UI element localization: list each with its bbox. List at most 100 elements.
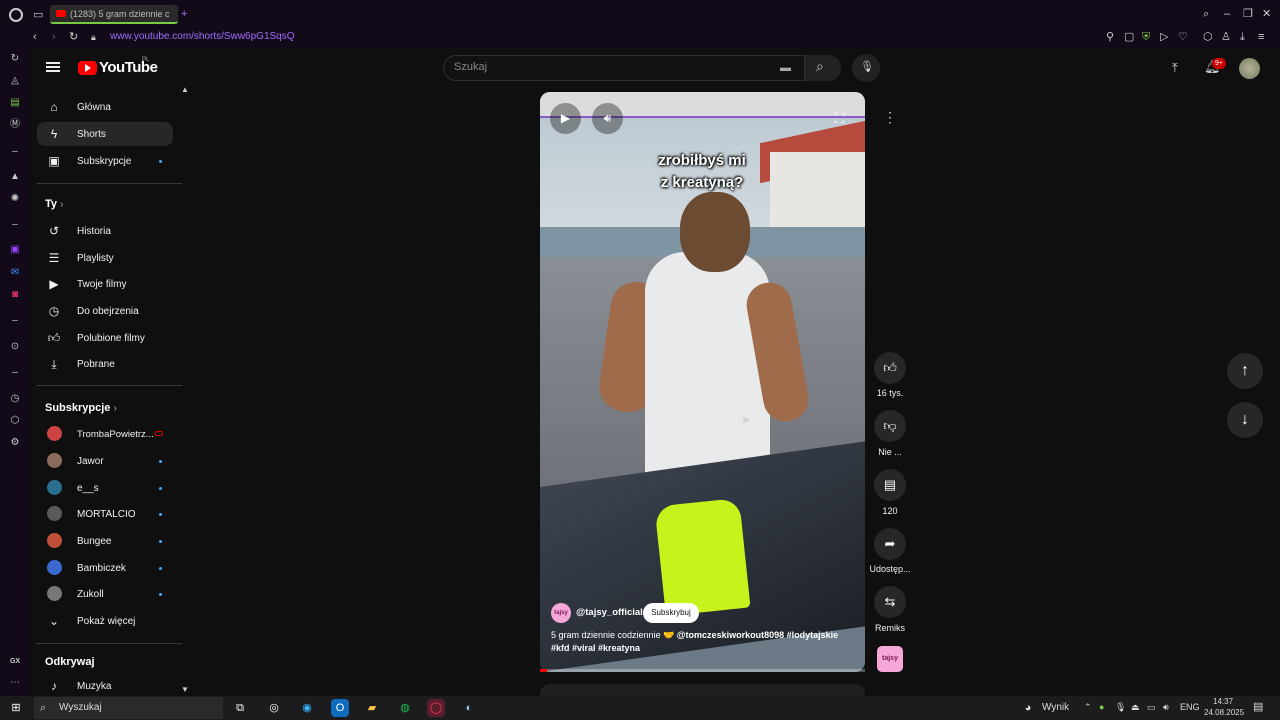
aria-icon[interactable]: ▲ [9,171,21,183]
youtube-logo-icon[interactable] [78,61,97,75]
weather-icon[interactable]: ◕ [1019,699,1037,717]
sidebar-sub-e-s[interactable]: e__s [37,476,173,500]
extensions-rail-icon[interactable]: ⬡ [9,415,21,427]
comments-button[interactable]: ▤ [874,469,906,501]
forward-icon[interactable]: › [52,31,56,43]
sidebar-item-music[interactable]: ♪ Muzyka [37,674,173,694]
extensions-icon[interactable]: ⬡ [1203,31,1213,43]
sidebar-item-downloads[interactable]: ⤓ Pobrane [37,352,173,376]
sidebar-sub-mortalcio[interactable]: MORTALCIO [37,502,173,526]
mail-icon[interactable]: Ⓜ [9,119,21,131]
easy-setup-icon[interactable]: ≡ [1258,31,1264,43]
messenger-icon[interactable]: ✉ [9,267,21,279]
subscriptions-section-title[interactable]: Subskrypcje › [45,402,117,414]
steam-icon[interactable]: ◐ [460,699,478,717]
minimize-icon[interactable]: – [1224,8,1230,20]
keyboard-icon[interactable]: ▬ [780,62,791,74]
browser-tab[interactable]: (1283) 5 gram dziennie c [50,5,178,24]
channel-handle[interactable]: @tajsy_official [576,607,643,618]
sidebar-sub-trombapowietrz[interactable]: TrombaPowietrz... [37,422,173,446]
upload-icon[interactable]: ⤒ [1172,61,1178,74]
show-more-button[interactable]: ⌄ Pokaż więcej [37,609,173,633]
taskbar-search[interactable]: ⌕ Wyszukaj [34,697,223,719]
instagram-icon[interactable]: ◙ [9,289,21,301]
sidebar-sub-bambiczek[interactable]: Bambiczek [37,556,173,580]
workspace-icon[interactable]: ◬ [9,75,21,87]
notifications-icon[interactable]: ▤ [1253,700,1263,713]
back-icon[interactable]: ‹ [33,31,37,43]
opera-logo-icon[interactable] [9,8,23,22]
new-tab-icon[interactable]: + [181,8,187,20]
like-button[interactable]: 👍︎ [874,352,906,384]
language-indicator[interactable]: ENG [1180,702,1200,712]
account-icon[interactable]: ♙ [1221,31,1231,43]
volume-button[interactable]: 🔊︎ [592,103,623,134]
chrome-icon[interactable]: ◎ [265,699,283,717]
windows-start-icon[interactable]: ⊞ [7,699,25,717]
sidebar-item-home[interactable]: ⌂ Główna [37,95,173,119]
sidebar-sub-zukoll[interactable]: Zukoll [37,582,173,606]
tray-app-icon[interactable]: ● [1099,702,1104,712]
next-short-button[interactable]: ↓ [1227,402,1263,438]
more-options-icon[interactable]: ⋮ [883,110,897,124]
pin-icon[interactable]: ⚲ [1106,31,1114,43]
menu-icon[interactable] [46,62,60,72]
weather-label[interactable]: Wynik [1042,702,1069,713]
reload-icon[interactable]: ↻ [69,31,78,43]
play-button[interactable]: ▶ [550,103,581,134]
tray-usb-icon[interactable]: ⏏ [1131,702,1140,713]
subscribe-button[interactable]: Subskrybuj [643,603,699,623]
share-button[interactable]: ➦ [874,528,906,560]
spotify-icon[interactable]: ◍ [396,699,414,717]
downloads-icon[interactable]: ⤓ [1240,31,1245,43]
video-description[interactable]: 5 gram dziennie codziennie 🤝 @tomczeskiw… [551,629,851,655]
search-button[interactable]: ⌕ [805,55,841,81]
sidebar-item-history[interactable]: ↺ Historia [37,219,173,243]
tray-chevron-icon[interactable]: ⌃ [1084,702,1092,713]
player-icon[interactable]: ▷ [1160,31,1168,43]
sidebar-item-shorts[interactable]: ϟ Shorts [37,122,173,146]
edge-icon[interactable]: ◉ [298,699,316,717]
sidebar-scroll-down-icon[interactable]: ▼ [181,684,189,696]
more-rail-icon[interactable]: ⋯ [9,677,21,689]
video-progress-bar[interactable] [540,669,865,672]
clock-date[interactable]: 24.08.2025 [1204,708,1244,717]
fullscreen-icon[interactable]: ⛶ [824,103,855,134]
sidebar-item-your-videos[interactable]: ▶ Twoje filmy [37,272,173,296]
sound-avatar[interactable]: tajsy [877,646,903,672]
sidebar-item-subscriptions[interactable]: ▣ Subskrypcje [37,149,173,173]
tray-mic-icon[interactable]: 🎙︎ [1115,702,1126,713]
maximize-icon[interactable]: ❐ [1243,8,1253,20]
channel-avatar[interactable]: tajsy [551,603,571,623]
previous-short-button[interactable]: ↑ [1227,353,1263,389]
url-text[interactable]: www.youtube.com/shorts/Sww6pG1SqsQ [110,31,295,42]
tray-network-icon[interactable]: ▭ [1147,702,1156,713]
snapshot-icon[interactable]: ▢ [1124,31,1134,43]
chatgpt-icon[interactable]: ✺ [9,193,21,205]
opera-gx-icon[interactable]: ◯ [427,699,445,717]
wallet-icon[interactable]: ▤ [9,97,21,109]
twitch-icon[interactable]: ▣ [9,244,21,256]
sidebar-item-playlists[interactable]: ☰ Playlisty [37,246,173,270]
sidebar-item-liked[interactable]: 👍︎ Polubione filmy [37,326,173,350]
outlook-icon[interactable]: O [331,699,349,717]
sidebar-scroll-up-icon[interactable]: ▲ [181,84,189,96]
task-view-icon[interactable]: ⧉ [231,699,249,717]
tray-volume-icon[interactable]: 🔊︎ [1163,702,1169,713]
next-short-preview[interactable] [540,684,865,696]
avatar[interactable] [1239,58,1260,79]
sidebar-item-watch-later[interactable]: ◷ Do obejrzenia [37,299,173,323]
refresh-ai-icon[interactable]: ↻ [9,53,21,65]
heart-icon[interactable]: ♡ [1178,31,1188,43]
clock-time[interactable]: 14:37 [1213,697,1233,706]
search-input[interactable] [443,55,805,81]
settings-rail-icon[interactable]: ⚙ [9,437,21,449]
close-window-icon[interactable]: ✕ [1262,8,1271,20]
file-explorer-icon[interactable]: ▰ [363,699,381,717]
dislike-button[interactable]: 👎︎ [874,410,906,442]
player-rail-icon[interactable]: ⊙ [9,341,21,353]
remix-button[interactable]: ⇆ [874,586,906,618]
sidebar-sub-jawor[interactable]: Jawor [37,449,173,473]
you-section-title[interactable]: Ty › [45,198,63,210]
search-tabs-icon[interactable]: ⌕ [1203,8,1209,20]
